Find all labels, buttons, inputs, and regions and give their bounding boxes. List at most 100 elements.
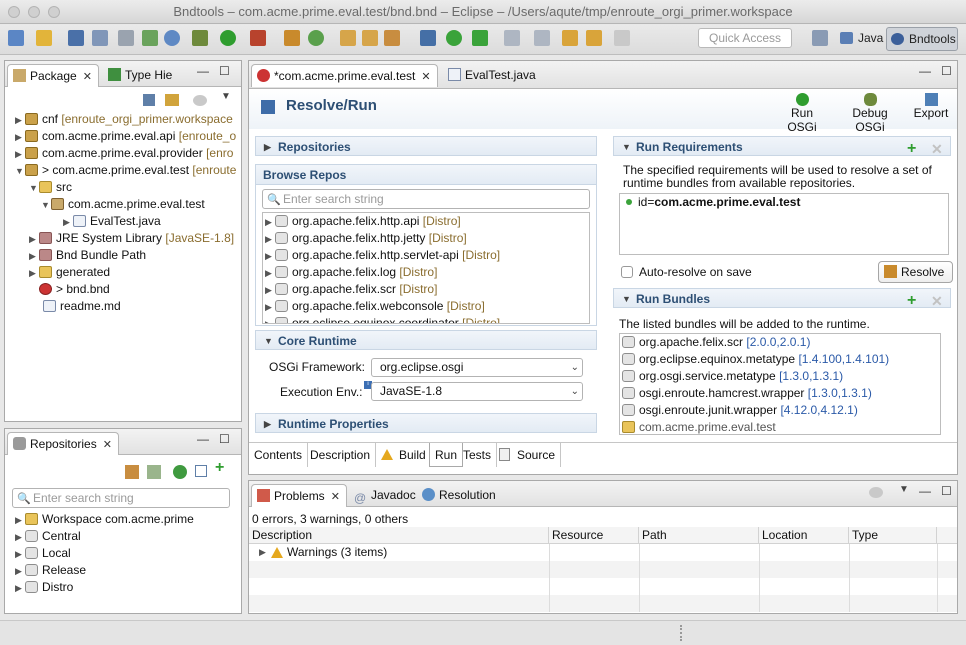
new-java-project-icon[interactable] xyxy=(142,30,158,46)
close-icon[interactable]: ✕ xyxy=(421,71,430,83)
minimize-icon[interactable]: — xyxy=(919,64,931,78)
forward-arrow-icon[interactable] xyxy=(614,30,630,46)
save-icon[interactable] xyxy=(68,30,84,46)
open-folder-icon[interactable] xyxy=(340,30,356,46)
tree-item-eval-test[interactable]: ▼ > com.acme.prime.eval.test [enroute xyxy=(15,162,236,179)
repo-item-release[interactable]: ▶ Release xyxy=(15,562,86,579)
run-bundle-row[interactable]: osgi.enroute.junit.wrapper [4.12.0,4.12.… xyxy=(622,402,858,419)
print-icon[interactable] xyxy=(118,30,134,46)
run-bundle-row[interactable]: org.osgi.service.metatype [1.3.0,1.3.1) xyxy=(622,368,843,385)
expand-arrow-icon[interactable]: ▶ xyxy=(29,265,39,282)
run-bundle-row[interactable]: org.apache.felix.scr [2.0.0,2.0.1) xyxy=(622,334,810,351)
page-tab-build[interactable]: Build xyxy=(375,443,432,467)
tab-evaltest-java[interactable]: EvalTest.java xyxy=(443,64,542,87)
repo-item-central[interactable]: ▶ Central xyxy=(15,528,81,545)
debug-icon[interactable] xyxy=(192,30,208,46)
quick-access-field[interactable]: Quick Access xyxy=(698,28,792,48)
download-icon[interactable] xyxy=(147,465,161,479)
page-tab-contents[interactable]: Contents xyxy=(249,443,309,467)
filter-icon[interactable] xyxy=(869,487,883,498)
status-grip-icon[interactable] xyxy=(680,625,682,641)
export-button[interactable]: Export xyxy=(911,93,951,120)
column-resource[interactable]: Resource xyxy=(549,527,639,544)
runtime-properties-section-header[interactable]: ▶ Runtime Properties xyxy=(255,413,597,433)
bundle-row[interactable]: ▶ org.apache.felix.http.api [Distro] xyxy=(265,213,461,230)
browse-repos-list[interactable]: ▶ org.apache.felix.http.api [Distro] ▶ org… xyxy=(262,212,590,324)
debug-osgi-button[interactable]: Debug OSGi xyxy=(837,93,903,134)
remove-requirement-icon[interactable]: ✕ xyxy=(931,141,943,158)
tree-item-bnd-bundle-path[interactable]: ▶ Bnd Bundle Path xyxy=(29,247,146,264)
maximize-icon[interactable]: ☐ xyxy=(941,64,952,78)
tree-item-generated[interactable]: ▶ generated xyxy=(29,264,110,281)
collapse-arrow-icon[interactable]: ▼ xyxy=(264,331,273,351)
expand-arrow-icon[interactable]: ▶ xyxy=(265,214,275,231)
tab-repositories[interactable]: Repositories ✕ xyxy=(7,432,119,455)
tree-item-src[interactable]: ▼ src xyxy=(29,179,72,196)
refresh-icon[interactable] xyxy=(308,30,324,46)
external-tools-icon[interactable] xyxy=(250,30,266,46)
back-arrow-icon[interactable] xyxy=(586,30,602,46)
console-icon[interactable] xyxy=(420,30,436,46)
add-bundle-plus-icon[interactable]: + xyxy=(907,292,916,310)
page-tab-description[interactable]: Description xyxy=(305,443,377,467)
tree-item-bnd-bnd[interactable]: > bnd.bnd xyxy=(39,281,110,298)
minimize-icon[interactable]: — xyxy=(197,432,209,446)
expand-arrow-icon[interactable]: ▶ xyxy=(15,580,25,597)
repo-item-workspace[interactable]: ▶ Workspace com.acme.prime xyxy=(15,511,194,528)
bundle-row[interactable]: ▶ org.apache.felix.http.jetty [Distro] xyxy=(265,230,467,247)
repositories-section-header[interactable]: ▶ Repositories xyxy=(255,136,597,156)
collapse-arrow-icon[interactable]: ▼ xyxy=(622,289,631,309)
next-annotation-icon[interactable] xyxy=(534,30,550,46)
open-file-icon[interactable] xyxy=(362,30,378,46)
execution-env-select[interactable]: JavaSE-1.8 ⌄ xyxy=(371,382,583,401)
run-osgi-button[interactable]: Run OSGi xyxy=(777,93,827,134)
run-bundles-list[interactable]: org.apache.felix.scr [2.0.0,2.0.1) org.e… xyxy=(619,333,941,435)
osgi-framework-select[interactable]: org.eclipse.osgi ⌄ xyxy=(371,358,583,377)
last-edit-icon[interactable] xyxy=(562,30,578,46)
collapse-arrow-icon[interactable]: ▼ xyxy=(15,163,25,180)
tab-bnd-bnd[interactable]: *com.acme.prime.eval.test ✕ xyxy=(251,64,438,87)
collapse-arrow-icon[interactable]: ▼ xyxy=(29,180,39,197)
column-location[interactable]: Location xyxy=(759,527,849,544)
refresh-icon[interactable] xyxy=(173,465,187,479)
run-bundle-row[interactable]: com.acme.prime.eval.test xyxy=(622,419,776,434)
column-type[interactable]: Type xyxy=(849,527,937,544)
minimize-icon[interactable]: — xyxy=(919,484,931,498)
repo-item-local[interactable]: ▶ Local xyxy=(15,545,71,562)
link-with-editor-icon[interactable] xyxy=(165,94,179,106)
view-menu-chevron-down-icon[interactable]: ▼ xyxy=(221,91,231,102)
bundle-row[interactable]: ▶ org.apache.felix.http.servlet-api [Dist… xyxy=(265,247,500,264)
tree-item-package[interactable]: ▼ com.acme.prime.eval.test xyxy=(41,196,205,213)
expand-arrow-icon[interactable]: ▶ xyxy=(259,547,269,558)
bundle-row[interactable]: ▶ org.apache.felix.log [Distro] xyxy=(265,264,437,281)
view-menu-chevron-down-icon[interactable]: ▼ xyxy=(899,484,909,495)
tree-item-cnf[interactable]: ▶ cnf [enroute_orgi_primer.workspace xyxy=(15,111,233,128)
browse-repos-search-input[interactable]: Enter search string xyxy=(262,189,590,209)
tree-item-readme[interactable]: readme.md xyxy=(43,298,121,315)
new-icon[interactable] xyxy=(8,30,24,46)
perspective-java[interactable]: Java xyxy=(836,27,884,51)
edit-icon[interactable] xyxy=(384,30,400,46)
tab-javadoc[interactable]: @ Javadoc xyxy=(349,484,422,507)
column-description[interactable]: Description xyxy=(249,527,549,544)
expand-arrow-icon[interactable]: ▶ xyxy=(264,414,271,434)
perspective-bndtools[interactable]: Bndtools xyxy=(886,27,958,51)
expand-arrow-icon[interactable]: ▶ xyxy=(15,512,25,529)
tree-item-eval-api[interactable]: ▶ com.acme.prime.eval.api [enroute_o xyxy=(15,128,236,145)
maximize-icon[interactable]: ☐ xyxy=(941,484,952,498)
expand-arrow-icon[interactable]: ▶ xyxy=(15,546,25,563)
expand-arrow-icon[interactable]: ▶ xyxy=(29,231,39,248)
bundle-row[interactable]: ▶ org.apache.felix.webconsole [Distro] xyxy=(265,298,485,315)
remove-bundle-icon[interactable]: ✕ xyxy=(931,293,943,310)
add-requirement-plus-icon[interactable]: + xyxy=(907,140,916,158)
expand-arrow-icon[interactable]: ▶ xyxy=(15,563,25,580)
maximize-icon[interactable]: ☐ xyxy=(219,432,230,446)
tab-resolution[interactable]: Resolution xyxy=(417,484,502,507)
close-icon[interactable]: ✕ xyxy=(103,439,112,451)
bundle-row[interactable]: ▶ org.apache.felix.scr [Distro] xyxy=(265,281,437,298)
open-perspective-icon[interactable] xyxy=(812,30,828,46)
expand-arrow-icon[interactable]: ▶ xyxy=(63,214,73,231)
tree-item-jre[interactable]: ▶ JRE System Library [JavaSE-1.8] xyxy=(29,230,234,247)
repo-item-distro[interactable]: ▶ Distro xyxy=(15,579,73,596)
run-requirements-section-header[interactable]: ▼ Run Requirements xyxy=(613,136,951,156)
